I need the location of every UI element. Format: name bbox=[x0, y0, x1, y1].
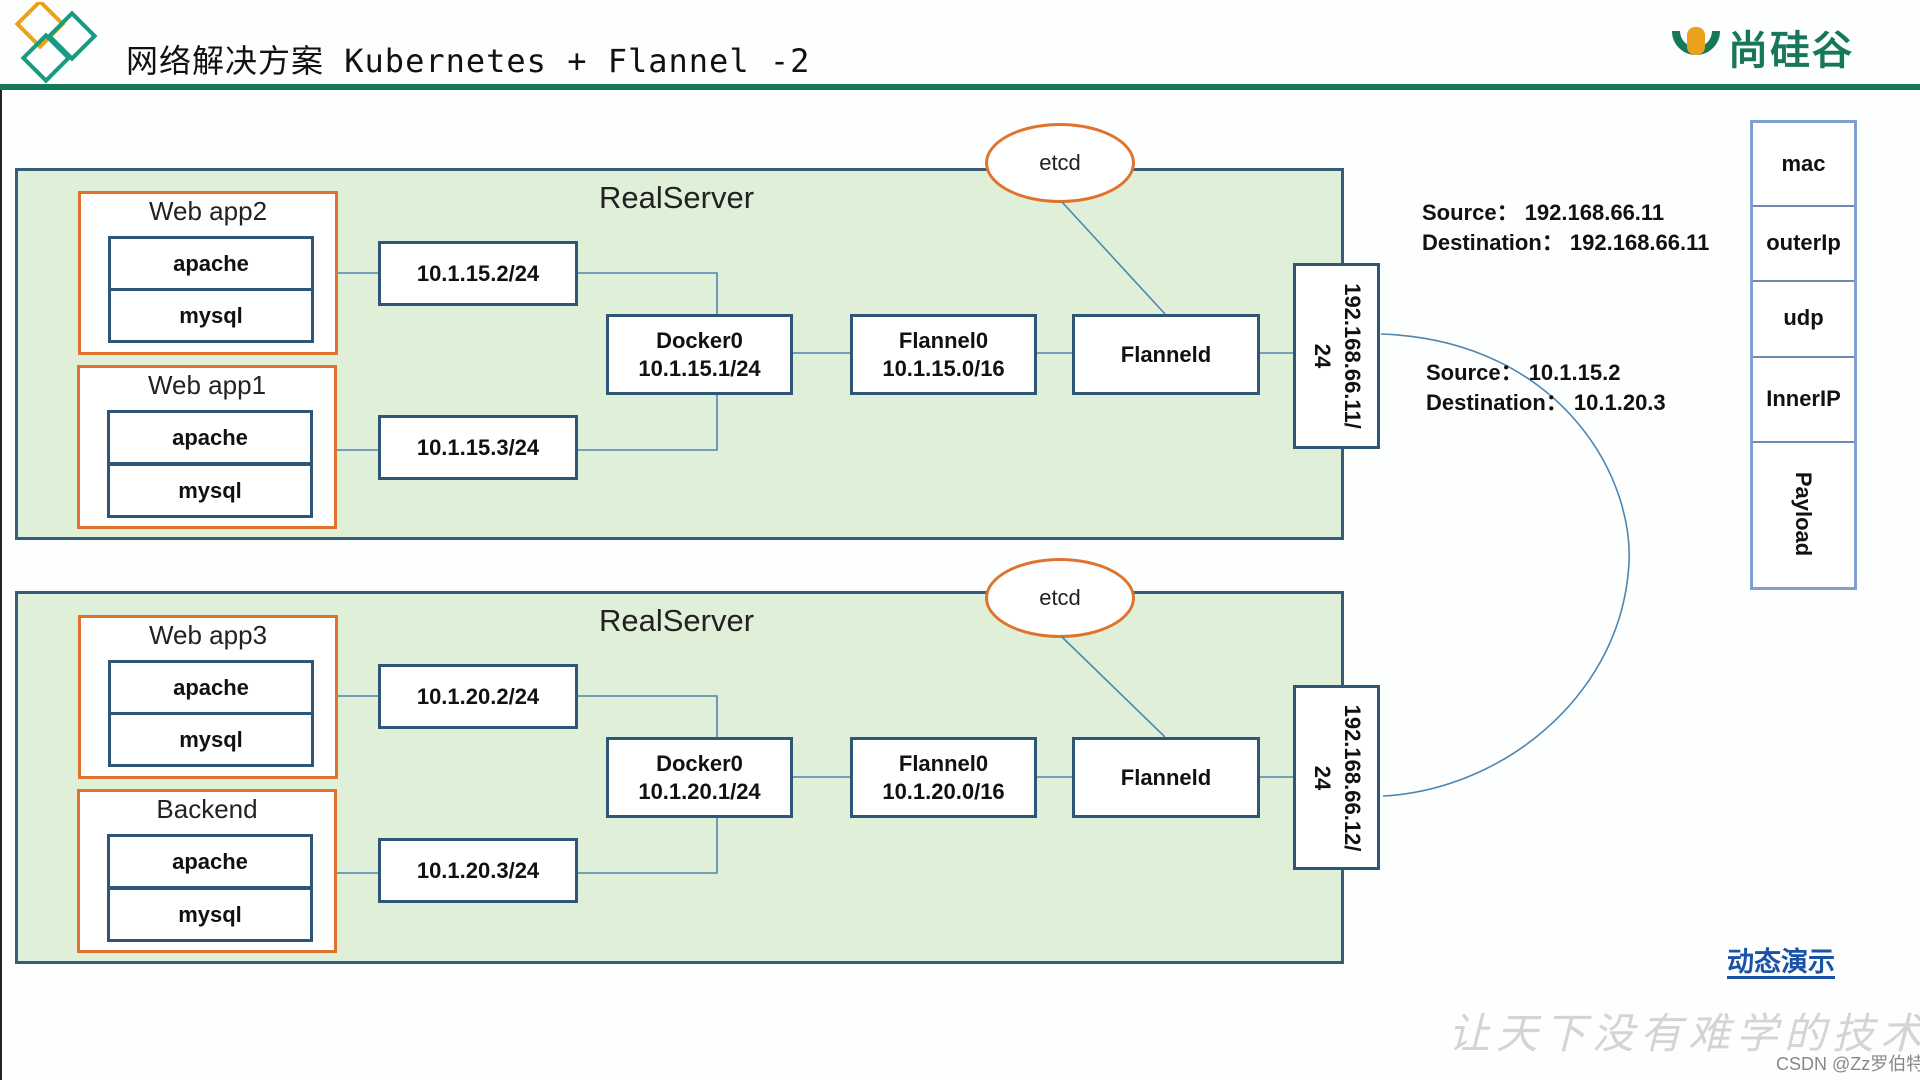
server-2-label: RealServer bbox=[599, 603, 755, 638]
flannel0-interface: Flannel0 10.1.20.0/16 bbox=[850, 737, 1037, 818]
flannel0-interface: Flannel0 10.1.15.0/16 bbox=[850, 314, 1037, 395]
host-nic-2: 192.168.66.12/ 24 bbox=[1293, 685, 1380, 870]
service-apache: apache bbox=[107, 834, 313, 889]
packet-field-label: InnerIP bbox=[1766, 385, 1841, 411]
etcd-node-2: etcd bbox=[985, 558, 1135, 638]
inner-header-info: Source： 10.1.15.2 Destination： 10.1.20.3 bbox=[1426, 358, 1666, 418]
csdn-watermark: CSDN @Zz罗伯特 bbox=[1776, 1054, 1920, 1074]
nic-ip-line2: 24 bbox=[1309, 765, 1335, 790]
service-mysql: mysql bbox=[108, 712, 314, 767]
service-mysql: mysql bbox=[107, 887, 313, 942]
inner-source: Source： 10.1.15.2 bbox=[1426, 360, 1621, 385]
packet-field-label: outerIp bbox=[1766, 229, 1841, 255]
packet-field-payload: Payload bbox=[1753, 441, 1854, 587]
pod-ip: 10.1.15.3/24 bbox=[416, 434, 540, 460]
docker0-bridge: Docker0 10.1.15.1/24 bbox=[606, 314, 793, 395]
pod-ip-box: 10.1.15.2/24 bbox=[378, 241, 578, 306]
service-mysql: mysql bbox=[108, 288, 314, 343]
packet-field-mac: mac bbox=[1753, 123, 1854, 207]
app-box-backend: Backend apache mysql bbox=[77, 789, 337, 953]
header-divider bbox=[0, 84, 1920, 90]
flanneld-daemon: Flanneld bbox=[1072, 314, 1260, 395]
etcd-label: etcd bbox=[1039, 150, 1081, 175]
flannel0-name: Flannel0 bbox=[898, 750, 989, 776]
logo-icon bbox=[8, 0, 104, 86]
outer-destination: Destination： 192.168.66.11 bbox=[1422, 230, 1710, 255]
app-title: Backend bbox=[156, 794, 258, 824]
inner-destination: Destination： 10.1.20.3 bbox=[1426, 390, 1666, 415]
packet-field-label: udp bbox=[1783, 305, 1824, 330]
left-border bbox=[0, 90, 2, 1080]
page-title: 网络解决方案 Kubernetes + Flannel -2 bbox=[126, 42, 811, 80]
outer-header-info: Source： 192.168.66.11 Destination： 192.1… bbox=[1422, 198, 1709, 258]
packet-structure: mac outerIp udp InnerIP Payload bbox=[1750, 120, 1857, 590]
service-apache: apache bbox=[108, 236, 314, 291]
pod-ip: 10.1.20.3/24 bbox=[416, 857, 540, 883]
flannel0-ip: 10.1.20.0/16 bbox=[882, 778, 1005, 804]
flannel0-ip: 10.1.15.0/16 bbox=[882, 355, 1005, 381]
app-box-web-app3: Web app3 apache mysql bbox=[78, 615, 338, 779]
docker0-bridge: Docker0 10.1.20.1/24 bbox=[606, 737, 793, 818]
packet-field-udp: udp bbox=[1753, 280, 1854, 358]
brand-logo: 尚硅谷 bbox=[1670, 18, 1854, 76]
brand-name: 尚硅谷 bbox=[1728, 27, 1854, 74]
nic-ip-line1: 192.168.66.12/ bbox=[1339, 704, 1365, 851]
brand-u-icon bbox=[1670, 21, 1722, 73]
app-box-web-app1: Web app1 apache mysql bbox=[77, 365, 337, 529]
etcd-node-1: etcd bbox=[985, 123, 1135, 203]
packet-field-innerip: InnerIP bbox=[1753, 356, 1854, 443]
flanneld-daemon: Flanneld bbox=[1072, 737, 1260, 818]
pod-ip-box: 10.1.20.3/24 bbox=[378, 838, 578, 903]
app-title: Web app3 bbox=[148, 620, 268, 650]
nic-ip: 192.168.66.11/ 24 bbox=[1307, 283, 1367, 429]
pod-ip-box: 10.1.15.3/24 bbox=[378, 415, 578, 480]
pod-ip: 10.1.15.2/24 bbox=[416, 260, 540, 286]
service-mysql: mysql bbox=[107, 463, 313, 518]
flannel0-name: Flannel0 bbox=[898, 327, 989, 353]
server-1-label: RealServer bbox=[599, 180, 755, 215]
docker0-name: Docker0 bbox=[656, 327, 743, 353]
packet-field-outerip: outerIp bbox=[1753, 205, 1854, 282]
pod-ip: 10.1.20.2/24 bbox=[416, 683, 540, 709]
packet-field-label: mac bbox=[1781, 151, 1826, 176]
flanneld-label: Flanneld bbox=[1120, 764, 1212, 790]
dynamic-demo-link[interactable]: 动态演示 bbox=[1727, 940, 1835, 979]
docker0-name: Docker0 bbox=[656, 750, 743, 776]
app-title: Web app1 bbox=[147, 370, 267, 400]
docker0-ip: 10.1.20.1/24 bbox=[638, 778, 761, 804]
nic-ip-line1: 192.168.66.11/ bbox=[1339, 283, 1365, 429]
nic-ip-line2: 24 bbox=[1309, 343, 1335, 369]
etcd-label: etcd bbox=[1039, 585, 1081, 610]
outer-source: Source： 192.168.66.11 bbox=[1422, 200, 1665, 225]
flanneld-label: Flanneld bbox=[1120, 341, 1212, 367]
packet-field-label: Payload bbox=[1791, 471, 1817, 557]
service-apache: apache bbox=[107, 410, 313, 465]
docker0-ip: 10.1.15.1/24 bbox=[638, 355, 761, 381]
pod-ip-box: 10.1.20.2/24 bbox=[378, 664, 578, 729]
app-title: Web app2 bbox=[148, 196, 268, 226]
nic-ip: 192.168.66.12/ 24 bbox=[1307, 704, 1367, 851]
service-apache: apache bbox=[108, 660, 314, 715]
host-nic-1: 192.168.66.11/ 24 bbox=[1293, 263, 1380, 449]
app-box-web-app2: Web app2 apache mysql bbox=[78, 191, 338, 355]
